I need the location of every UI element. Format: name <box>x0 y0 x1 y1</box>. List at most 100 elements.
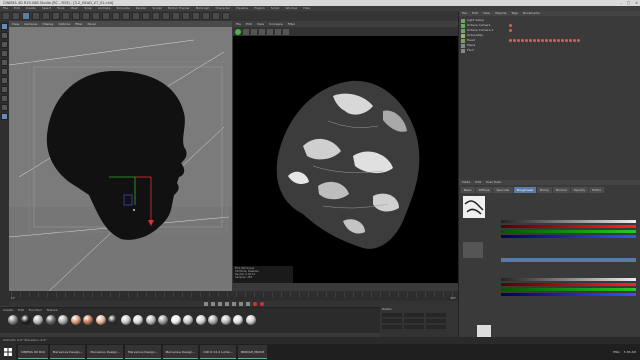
om-menu-view[interactable]: View <box>483 11 490 16</box>
move-icon[interactable] <box>32 12 40 20</box>
material-swatch[interactable] <box>20 315 31 325</box>
camera-icon[interactable] <box>212 12 220 20</box>
previous-key-icon[interactable] <box>210 302 215 306</box>
model-mode-icon[interactable] <box>1 32 8 39</box>
material-swatch[interactable] <box>170 315 181 325</box>
taskbar-item[interactable]: Marvelous Design... <box>49 345 86 359</box>
material-tag-icon[interactable] <box>569 39 572 42</box>
position-x-field[interactable] <box>382 313 402 317</box>
om-menu-bookmarks[interactable]: Bookmarks <box>523 11 540 16</box>
array-icon[interactable] <box>172 12 180 20</box>
red-channel-slider[interactable] <box>501 283 636 286</box>
material-tag-icon[interactable] <box>557 39 560 42</box>
tab-opacity[interactable]: Opacity <box>570 187 589 193</box>
position-y-field[interactable] <box>382 319 402 323</box>
material-tag-icon[interactable] <box>509 29 512 32</box>
edges-mode-icon[interactable] <box>1 68 8 75</box>
object-row[interactable]: Floor <box>461 48 639 53</box>
redo-icon[interactable] <box>12 12 20 20</box>
om-menu-file[interactable]: File <box>462 11 467 16</box>
x-axis-icon[interactable] <box>72 12 80 20</box>
cloner-icon[interactable] <box>182 12 190 20</box>
solo-icon[interactable] <box>1 113 8 120</box>
rotate-icon[interactable] <box>52 12 60 20</box>
clock[interactable]: 5:36 AM <box>624 350 636 354</box>
save-render-icon[interactable] <box>259 28 265 35</box>
mat-menu-edit[interactable]: Edit <box>18 308 24 313</box>
taskbar-item[interactable]: Marvelous Design... <box>124 345 161 359</box>
rotation-b-field[interactable] <box>426 325 446 329</box>
polygons-mode-icon[interactable] <box>1 77 8 84</box>
shader-preview[interactable] <box>463 242 483 258</box>
material-tag-icon[interactable] <box>549 39 552 42</box>
select-icon[interactable] <box>22 12 30 20</box>
floor-icon[interactable] <box>202 12 210 20</box>
axis-mode-icon[interactable] <box>1 86 8 93</box>
material-swatch[interactable] <box>108 315 118 325</box>
material-swatch[interactable] <box>145 315 156 325</box>
material-swatch[interactable] <box>95 315 106 325</box>
material-tag-icon[interactable] <box>561 39 564 42</box>
rotation-p-field[interactable] <box>426 319 446 323</box>
material-swatch[interactable] <box>245 315 256 325</box>
snapping-icon[interactable] <box>1 95 8 102</box>
pick-material-icon[interactable] <box>275 28 281 35</box>
scale-icon[interactable] <box>42 12 50 20</box>
blue-channel-slider[interactable] <box>501 235 636 238</box>
taskbar-item[interactable]: BRIDGE_PRO03 <box>238 345 268 359</box>
y-axis-icon[interactable] <box>82 12 90 20</box>
material-tag-icon[interactable] <box>577 39 580 42</box>
material-tag-icon[interactable] <box>537 39 540 42</box>
material-tag-icon[interactable] <box>509 24 512 27</box>
texture-preview[interactable] <box>463 196 485 218</box>
tab-specular[interactable]: Specular <box>493 187 513 193</box>
tab-normal[interactable]: Normal <box>552 187 570 193</box>
am-menu-user-data[interactable]: User Data <box>486 180 501 185</box>
pause-render-icon[interactable] <box>251 28 257 35</box>
points-mode-icon[interactable] <box>1 59 8 66</box>
mat-menu-create[interactable]: Create <box>3 308 13 313</box>
material-swatch[interactable] <box>220 315 231 325</box>
material-tag-icon[interactable] <box>529 39 532 42</box>
material-tag-icon[interactable] <box>553 39 556 42</box>
material-tag-icon[interactable] <box>545 39 548 42</box>
material-swatch[interactable] <box>58 315 68 325</box>
material-swatch[interactable] <box>133 315 143 325</box>
size-x-field[interactable] <box>404 313 424 317</box>
windows-start-button[interactable] <box>0 344 16 360</box>
next-frame-icon[interactable] <box>231 302 236 306</box>
gradient-slider[interactable] <box>501 278 636 281</box>
material-swatch[interactable] <box>183 315 193 325</box>
subdivision-icon[interactable] <box>162 12 170 20</box>
material-tag-icon[interactable] <box>533 39 536 42</box>
size-y-field[interactable] <box>404 319 424 323</box>
material-tag-icon[interactable] <box>573 39 576 42</box>
taskbar-item[interactable]: Marvelous Design... <box>162 345 199 359</box>
material-swatch[interactable] <box>158 315 168 325</box>
material-tag-icon[interactable] <box>525 39 528 42</box>
tab-basic[interactable]: Basic <box>461 187 475 193</box>
material-swatch[interactable] <box>195 315 206 325</box>
tab-editor[interactable]: Editor <box>589 187 605 193</box>
channels-icon[interactable] <box>283 28 289 35</box>
material-swatch[interactable] <box>45 315 56 325</box>
timeline[interactable]: 0 F 90 F <box>9 291 458 301</box>
om-menu-objects[interactable]: Objects <box>495 11 506 16</box>
taskbar-item[interactable]: Marvelous Design... <box>87 345 123 359</box>
material-swatch[interactable] <box>83 315 93 325</box>
play-icon[interactable] <box>224 302 229 306</box>
cube-icon[interactable] <box>142 12 150 20</box>
mat-menu-function[interactable]: Function <box>29 308 42 313</box>
green-channel-slider[interactable] <box>501 288 636 291</box>
material-tag-icon[interactable] <box>521 39 524 42</box>
am-menu-mode[interactable]: Mode <box>462 180 470 185</box>
tab-diffuse[interactable]: Diffuse <box>475 187 493 193</box>
editor-viewport[interactable]: View Cameras Display Options Filter Pane… <box>9 21 232 291</box>
light-icon[interactable] <box>222 12 230 20</box>
undo-icon[interactable] <box>2 12 10 20</box>
red-channel-slider[interactable] <box>501 225 636 228</box>
taskbar-item[interactable]: CINEMA 4D R19 <box>18 345 48 359</box>
z-axis-icon[interactable] <box>92 12 100 20</box>
green-channel-slider[interactable] <box>501 230 636 233</box>
go-to-start-icon[interactable] <box>203 302 208 306</box>
